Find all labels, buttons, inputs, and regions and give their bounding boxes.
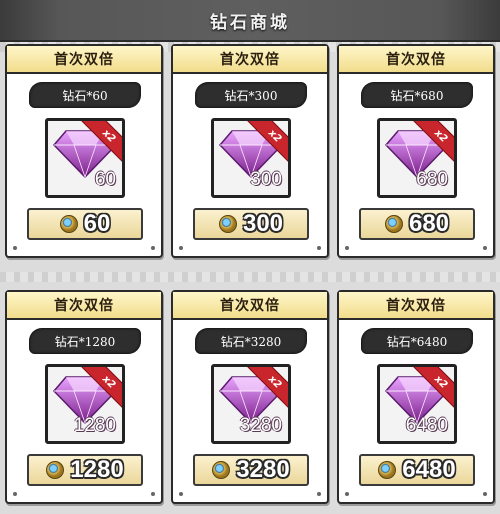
product-name: 钻石*60 <box>62 88 108 103</box>
gem-amount: 3280 <box>239 415 282 436</box>
gem-amount: 1280 <box>73 415 116 436</box>
first-double-badge: 首次双倍 <box>54 52 114 68</box>
buy-button[interactable]: 3280 <box>193 454 309 486</box>
rivet <box>483 492 487 496</box>
price-label: 680 <box>408 210 450 237</box>
shop-header: 钻石商城 <box>0 0 500 42</box>
rivet <box>151 492 155 496</box>
rivet <box>317 246 321 250</box>
first-double-badge: 首次双倍 <box>386 298 446 314</box>
coin-icon <box>46 461 65 479</box>
rivet <box>151 246 155 250</box>
card-header: 首次双倍 <box>7 292 161 320</box>
price-label: 300 <box>242 210 284 237</box>
rivet <box>179 246 183 250</box>
coin-icon <box>378 461 397 479</box>
price-label: 3280 <box>236 456 290 483</box>
product-name: 钻石*680 <box>390 88 444 103</box>
gem-image: x2 1280 <box>45 364 125 444</box>
price-label: 60 <box>83 210 111 237</box>
rivet <box>179 492 183 496</box>
gem-image: x2 60 <box>45 118 125 198</box>
product-card-6480[interactable]: 首次双倍 钻石*6480 x2 6480 6480 <box>337 290 495 504</box>
gem-amount: 60 <box>94 169 116 190</box>
rivet <box>483 246 487 250</box>
buy-button[interactable]: 6480 <box>359 454 475 486</box>
price-label: 6480 <box>402 456 456 483</box>
product-card-680[interactable]: 首次双倍 钻石*680 x2 680 680 <box>337 44 495 258</box>
coin-icon <box>59 215 78 233</box>
product-name-plate: 钻石*1280 <box>29 328 141 354</box>
product-card-300[interactable]: 首次双倍 钻石*300 x2 300 300 <box>171 44 329 258</box>
card-header: 首次双倍 <box>339 46 493 74</box>
card-header: 首次双倍 <box>173 46 327 74</box>
product-name: 钻石*3280 <box>220 334 282 349</box>
product-name-plate: 钻石*3280 <box>195 328 307 354</box>
coin-icon <box>384 215 403 233</box>
first-double-badge: 首次双倍 <box>220 298 280 314</box>
rivet <box>13 246 17 250</box>
card-header: 首次双倍 <box>339 292 493 320</box>
product-name-plate: 钻石*6480 <box>361 328 473 354</box>
product-card-1280[interactable]: 首次双倍 钻石*1280 x2 1280 1280 <box>5 290 163 504</box>
first-double-badge: 首次双倍 <box>386 52 446 68</box>
product-name-plate: 钻石*300 <box>195 82 307 108</box>
product-name: 钻石*300 <box>224 88 278 103</box>
gem-image: x2 680 <box>377 118 457 198</box>
product-name-plate: 钻石*680 <box>361 82 473 108</box>
buy-button[interactable]: 60 <box>27 208 143 240</box>
buy-button[interactable]: 1280 <box>27 454 143 486</box>
gem-image: x2 300 <box>211 118 291 198</box>
gem-amount: 680 <box>416 169 448 190</box>
buy-button[interactable]: 680 <box>359 208 475 240</box>
product-name: 钻石*1280 <box>54 334 116 349</box>
page-title: 钻石商城 <box>210 12 290 33</box>
rivet <box>345 492 349 496</box>
rivet <box>13 492 17 496</box>
gem-amount: 300 <box>250 169 282 190</box>
product-card-3280[interactable]: 首次双倍 钻石*3280 x2 3280 3280 <box>171 290 329 504</box>
gem-image: x2 3280 <box>211 364 291 444</box>
card-header: 首次双倍 <box>7 46 161 74</box>
coin-icon <box>212 461 231 479</box>
gem-amount: 6480 <box>405 415 448 436</box>
card-header: 首次双倍 <box>173 292 327 320</box>
coin-icon <box>218 215 237 233</box>
product-card-60[interactable]: 首次双倍 钻石*60 x2 60 60 <box>5 44 163 258</box>
first-double-badge: 首次双倍 <box>54 298 114 314</box>
price-label: 1280 <box>70 456 124 483</box>
first-double-badge: 首次双倍 <box>220 52 280 68</box>
product-name: 钻石*6480 <box>386 334 448 349</box>
buy-button[interactable]: 300 <box>193 208 309 240</box>
gem-image: x2 6480 <box>377 364 457 444</box>
product-name-plate: 钻石*60 <box>29 82 141 108</box>
divider <box>0 272 500 282</box>
rivet <box>317 492 321 496</box>
rivet <box>345 246 349 250</box>
